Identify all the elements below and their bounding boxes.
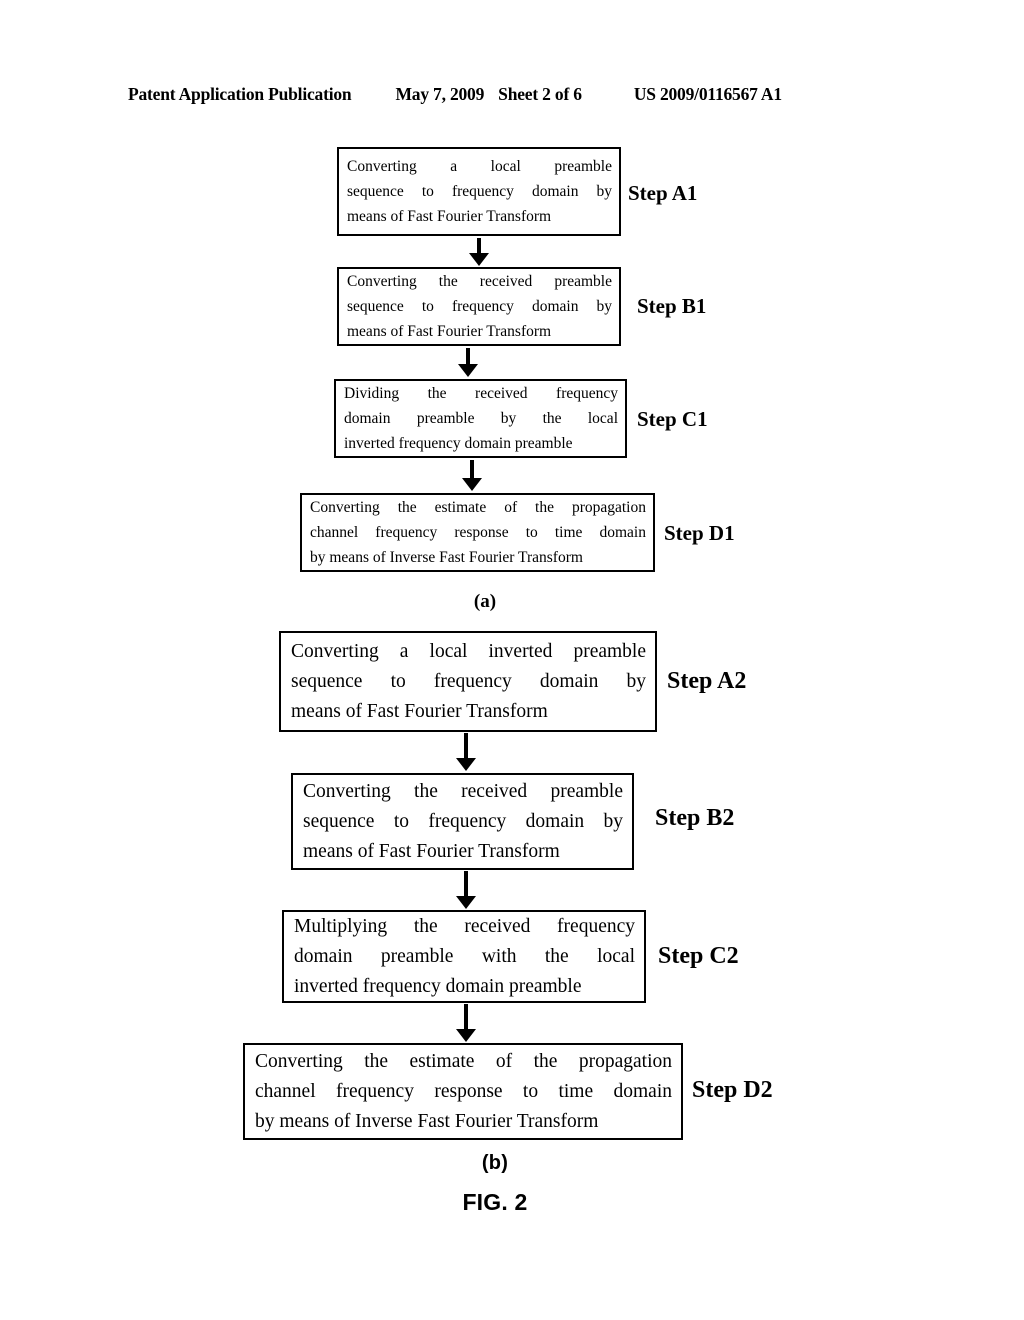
flow-box-step-d2: Converting the estimate of the propagati… [243,1043,683,1140]
arrow-head [456,1029,476,1042]
arrow-a2-to-b2 [456,733,476,771]
arrow-a1-to-b1 [469,238,489,266]
subfigure-caption-a: (a) [473,591,497,612]
flow-box-text-line: sequence to frequency domain by [291,670,646,692]
step-label-d1: Step D1 [664,521,735,545]
arrow-stem [477,238,481,254]
arrow-stem [464,871,468,897]
flow-box-text-line: Dividing the received frequency [344,385,618,402]
flow-box-step-d1: Converting the estimate of the propagati… [300,493,655,572]
subfigure-caption-b: (b) [481,1152,509,1174]
arrow-head [456,758,476,771]
flow-box-text-line: Converting the estimate of the propagati… [255,1050,672,1072]
flow-box-text-line: inverted frequency domain preamble [294,975,582,997]
flow-box-step-a2: Converting a local inverted preamble seq… [279,631,657,732]
arrow-b2-to-c2 [456,871,476,909]
flow-box-step-b2: Converting the received preamble sequenc… [291,773,634,870]
figure-caption: FIG. 2 [462,1189,528,1215]
step-label-c2: Step C2 [658,943,739,969]
figure-2: Converting a local preamble sequence to … [0,0,1024,1320]
flow-box-text-line: sequence to frequency domain by [347,183,612,200]
flow-box-text-line: sequence to frequency domain by [303,810,623,832]
flow-box-text-line: sequence to frequency domain by [347,298,612,315]
flow-box-text-line: by means of Inverse Fast Fourier Transfo… [310,549,583,566]
flow-box-text-line: Converting the received preamble [303,780,623,802]
flow-box-step-c1: Dividing the received frequency domain p… [334,379,627,458]
arrow-b1-to-c1 [458,348,478,377]
arrow-c1-to-d1 [462,460,482,491]
arrow-c2-to-d2 [456,1004,476,1042]
arrow-stem [470,460,474,479]
flow-box-text-line: Converting a local inverted preamble [291,640,646,662]
arrow-head [469,253,489,266]
step-label-a2: Step A2 [667,668,747,694]
flow-box-text-line: Converting the received preamble [347,273,612,290]
arrow-stem [464,733,468,759]
flow-box-text-line: channel frequency response to time domai… [255,1080,672,1102]
flow-box-text-line: means of Fast Fourier Transform [347,323,552,340]
step-label-c1: Step C1 [637,407,708,431]
step-label-b1: Step B1 [637,294,707,318]
flow-box-text-line: channel frequency response to time domai… [310,524,646,541]
arrow-head [458,364,478,377]
flow-box-text-line: by means of Inverse Fast Fourier Transfo… [255,1110,599,1132]
flow-box-text-line: means of Fast Fourier Transform [347,208,552,225]
flow-box-text-line: means of Fast Fourier Transform [291,700,548,722]
flow-box-text-line: domain preamble by the local [344,410,618,427]
flow-box-step-b1: Converting the received preamble sequenc… [337,267,621,346]
flow-box-text-line: Multiplying the received frequency [294,915,635,937]
flow-box-text-line: means of Fast Fourier Transform [303,840,560,862]
step-label-d2: Step D2 [692,1077,773,1103]
flow-box-step-c2: Multiplying the received frequency domai… [282,910,646,1003]
flow-box-text-line: Converting a local preamble [347,158,612,175]
arrow-stem [464,1004,468,1030]
flow-box-text-line: Converting the estimate of the propagati… [310,499,646,516]
flow-box-step-a1: Converting a local preamble sequence to … [337,147,621,236]
arrow-head [456,896,476,909]
arrow-head [462,478,482,491]
arrow-stem [466,348,470,365]
step-label-b2: Step B2 [655,805,735,831]
step-label-a1: Step A1 [628,181,698,205]
flow-box-text-line: inverted frequency domain preamble [344,435,573,452]
flow-box-text-line: domain preamble with the local [294,945,635,967]
